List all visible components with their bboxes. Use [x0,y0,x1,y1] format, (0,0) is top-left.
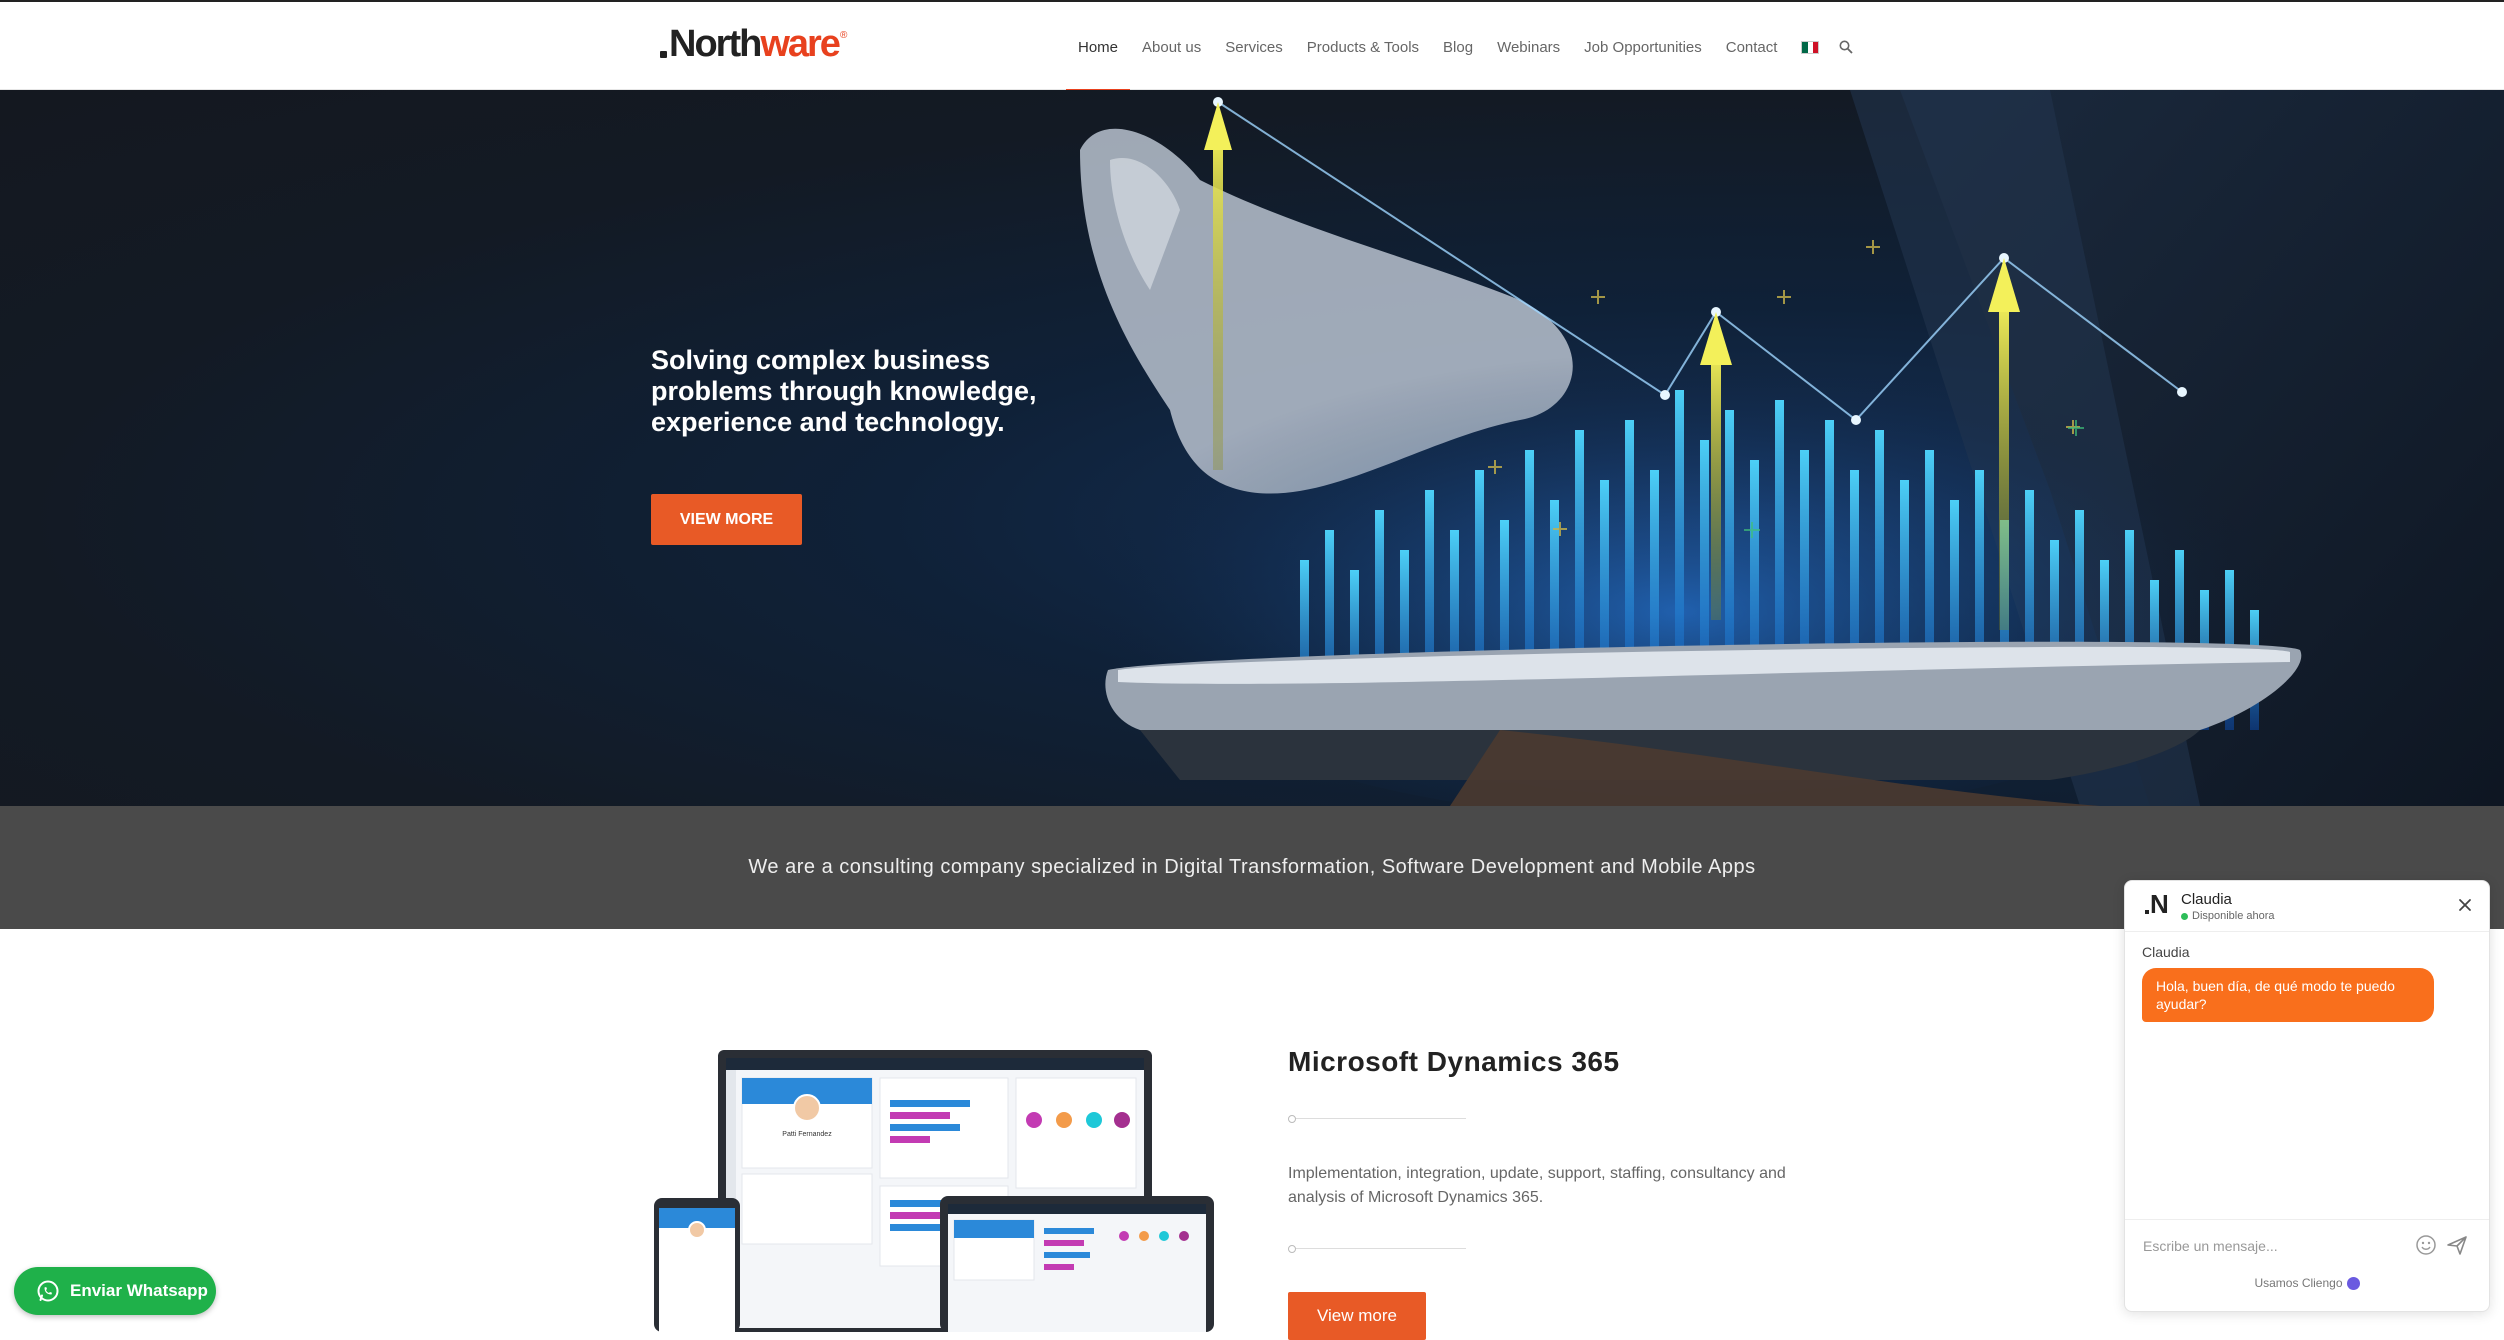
nav-products-tools[interactable]: Products & Tools [1295,2,1431,92]
dynamics-title: Microsoft Dynamics 365 [1288,1046,1620,1077]
site-header: North ware ® Home About us Services Prod… [0,0,2504,92]
dynamics-description: Implementation, integration, update, sup… [1288,1165,1786,1206]
nav-about-us[interactable]: About us [1130,2,1213,92]
nav-contact[interactable]: Contact [1714,2,1790,92]
dynamics-view-more-button[interactable]: View more [1288,1292,1426,1340]
chat-message-bubble: Hola, buen día, de qué modo te puedo ayu… [2142,968,2434,1022]
mexico-flag-icon[interactable] [1801,40,1820,54]
hero-view-more-button[interactable]: VIEW MORE [651,494,802,545]
emoji-icon[interactable] [2415,1234,2437,1256]
logo-text-north: North [669,23,762,65]
nav-services[interactable]: Services [1213,2,1295,92]
whatsapp-button[interactable]: Enviar Whatsapp [14,1267,216,1315]
logo-text-ware: ware [760,23,841,65]
nav-webinars[interactable]: Webinars [1485,2,1572,92]
logo-registered-mark: ® [839,30,848,41]
hero-headline: Solving complex business problems throug… [651,345,1037,437]
nav-home[interactable]: Home [1066,2,1131,92]
chat-agent-status: Disponible ahora [2181,910,2275,922]
chat-agent-name: Claudia [2181,891,2232,908]
cliengo-icon [2346,1276,2360,1290]
northware-logo[interactable]: North ware ® [660,24,847,64]
profile-name-label: Patti Fernandez [782,1131,832,1138]
tagline-text: We are a consulting company specialized … [748,856,1756,878]
chat-message-input[interactable] [2141,1232,2395,1260]
hero-banner: Solving complex business problems throug… [0,90,2504,806]
chat-input-row [2125,1219,2489,1270]
send-icon[interactable] [2445,1233,2469,1257]
title-separator [1288,1114,1468,1124]
nav-job-opportunities[interactable]: Job Opportunities [1572,2,1714,92]
chat-header: N Claudia Disponible ahora [2125,881,2489,932]
hero-background-image [1060,90,2504,806]
dynamics-devices-illustration: Patti Fernandez [654,1050,1214,1332]
chat-widget: N Claudia Disponible ahora Claudia Hola,… [2124,880,2490,1312]
nav-blog[interactable]: Blog [1431,2,1485,92]
logo-dot [660,51,667,58]
main-nav: Home About us Services Products & Tools … [1066,2,1854,92]
description-separator [1288,1244,1468,1254]
whatsapp-label: Enviar Whatsapp [70,1281,208,1300]
search-icon[interactable] [1839,40,1854,54]
chat-footer: Usamos Cliengo [2125,1276,2489,1290]
chat-agent-avatar: N [2145,891,2171,917]
whatsapp-icon [37,1280,59,1302]
close-icon[interactable] [2455,895,2475,915]
chat-message-sender: Claudia [2142,944,2190,960]
online-indicator [2181,912,2188,920]
